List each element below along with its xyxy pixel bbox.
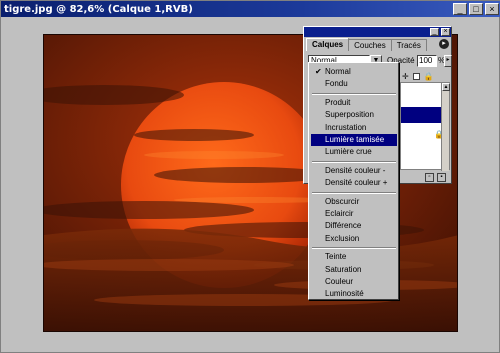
menu-item-obscurcir[interactable]: Obscurcir bbox=[311, 196, 397, 208]
menu-item-saturation[interactable]: Saturation bbox=[311, 264, 397, 276]
lock-checkbox[interactable] bbox=[412, 73, 420, 80]
lock-icon: 🔒 bbox=[423, 72, 434, 81]
menu-item-normal[interactable]: Normal ✔ bbox=[311, 66, 397, 78]
new-layer-icon[interactable]: ▫ bbox=[425, 172, 434, 182]
menu-item-lumi-re-crue[interactable]: Lumière crue bbox=[311, 146, 397, 158]
tab-calques[interactable]: Calques bbox=[306, 38, 350, 51]
maximize-button[interactable]: □ bbox=[469, 3, 483, 15]
tab-couches[interactable]: Couches bbox=[348, 39, 392, 51]
tab-traces[interactable]: Tracés bbox=[390, 39, 427, 51]
palette-menu-icon[interactable]: ▸ bbox=[439, 39, 449, 49]
window-title: tigre.jpg @ 82,6% (Calque 1,RVB) bbox=[4, 3, 193, 15]
minimize-button[interactable]: _ bbox=[453, 3, 467, 15]
palette-close-button[interactable]: × bbox=[441, 28, 450, 36]
menu-separator bbox=[312, 92, 396, 95]
window-controls: _ □ × bbox=[453, 3, 499, 15]
palette-tabs: Calques Couches Tracés bbox=[306, 38, 427, 51]
menu-item-exclusion[interactable]: Exclusion bbox=[311, 233, 397, 245]
layers-list: 🔒 ▲ bbox=[400, 82, 450, 171]
menu-item-diff-rence[interactable]: Différence bbox=[311, 220, 397, 232]
menu-separator bbox=[312, 191, 396, 194]
window-titlebar[interactable]: tigre.jpg @ 82,6% (Calque 1,RVB) _ □ × bbox=[1, 1, 500, 17]
document-window: tigre.jpg @ 82,6% (Calque 1,RVB) _ □ × _… bbox=[0, 0, 500, 353]
palette-bottom-bar: ▫ ▪ bbox=[400, 171, 450, 183]
palette-titlebar[interactable]: _ × bbox=[304, 27, 451, 37]
move-icon[interactable]: ✛ bbox=[402, 72, 409, 81]
menu-item-densit-couleur[interactable]: Densité couleur - bbox=[311, 165, 397, 177]
menu-separator bbox=[312, 160, 396, 163]
palette-minimize-button[interactable]: _ bbox=[430, 28, 439, 36]
menu-item-eclaircir[interactable]: Eclaircir bbox=[311, 208, 397, 220]
trash-icon[interactable]: ▪ bbox=[437, 172, 446, 182]
menu-item-incrustation[interactable]: Incrustation bbox=[311, 122, 397, 134]
scroll-up-icon[interactable]: ▲ bbox=[442, 83, 450, 91]
blend-mode-menu: Normal ✔ Fondu Produit Superposition Incrusta… bbox=[308, 62, 399, 300]
menu-item-fondu[interactable]: Fondu bbox=[311, 78, 397, 90]
menu-separator bbox=[312, 247, 396, 250]
opacity-input[interactable]: 100 bbox=[417, 55, 437, 67]
close-button[interactable]: × bbox=[485, 3, 499, 15]
menu-item-produit[interactable]: Produit bbox=[311, 97, 397, 109]
menu-item-couleur[interactable]: Couleur bbox=[311, 276, 397, 288]
menu-item-densit-couleur[interactable]: Densité couleur + bbox=[311, 177, 397, 189]
menu-item-superposition[interactable]: Superposition bbox=[311, 109, 397, 121]
menu-item-luminosit[interactable]: Luminosité bbox=[311, 288, 397, 300]
layers-scrollbar[interactable]: ▲ bbox=[441, 83, 450, 171]
opacity-arrow-icon[interactable]: ▸ bbox=[444, 55, 452, 67]
menu-item-lumi-re-tamis-e[interactable]: Lumière tamisée bbox=[311, 134, 397, 146]
menu-item-teinte[interactable]: Teinte bbox=[311, 251, 397, 263]
checkmark-icon: ✔ bbox=[315, 67, 322, 76]
lock-row: ✛ 🔒 bbox=[402, 72, 434, 81]
